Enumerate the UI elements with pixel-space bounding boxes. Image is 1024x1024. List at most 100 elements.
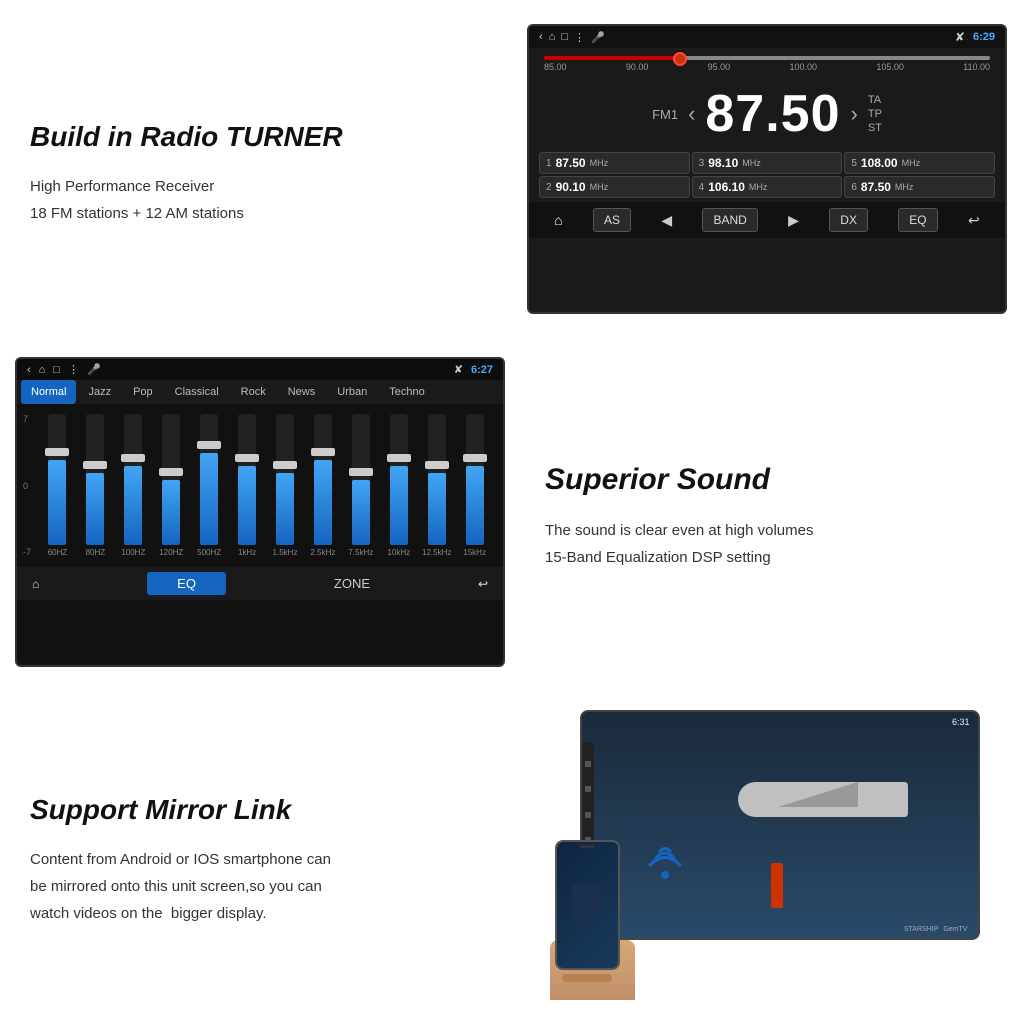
mirror-desc-3: watch videos on the bigger display. <box>30 900 495 927</box>
side-btn-3[interactable] <box>585 812 591 818</box>
eq-back-icon[interactable]: ‹ <box>27 364 31 376</box>
band-track-3[interactable] <box>124 414 142 545</box>
eq-time: 6:27 <box>471 364 493 376</box>
mirror-text-section: Support Mirror Link Content from Android… <box>0 686 515 1024</box>
preset-3[interactable]: 3 98.10 MHz <box>692 152 843 174</box>
band-track-5[interactable] <box>200 414 218 545</box>
eq-band-2p5khz: 2.5kHz <box>306 414 339 557</box>
eq-mode-jazz[interactable]: Jazz <box>78 380 121 404</box>
eq-band-12p5khz: 12.5kHz <box>420 414 453 557</box>
eq-modes-bar: Normal Jazz Pop Classical Rock News Urba… <box>17 380 503 404</box>
side-btn-2[interactable] <box>585 786 591 792</box>
band-track-8[interactable] <box>314 414 332 545</box>
eq-back-button[interactable]: ↩ <box>478 577 488 591</box>
radio-display: ‹ ⌂ □ ⋮ 🎤 ✘ 6:29 85.00 90.00 <box>527 24 1007 314</box>
radio-controls-bar: ⌂ AS ◀ BAND ▶ DX EQ ↩ <box>529 202 1005 238</box>
eq-bands-container: 7 0 -7 60HZ <box>17 404 503 567</box>
eq-menu-icon[interactable]: ⋮ <box>68 363 79 376</box>
frequency-slider-area: 85.00 90.00 95.00 100.00 105.00 110.00 <box>529 48 1005 76</box>
eq-display: ‹ ⌂ □ ⋮ 🎤 ✘ 6:27 Normal Jazz Pop Classic… <box>15 357 505 667</box>
phone-content <box>572 885 602 925</box>
prev-button[interactable]: ◀ <box>661 212 672 229</box>
band-track-2[interactable] <box>86 414 104 545</box>
eq-band-10khz: 10kHz <box>382 414 415 557</box>
eq-band-60hz: 60HZ <box>41 414 74 557</box>
eq-band-1p5khz: 1.5kHz <box>269 414 302 557</box>
band-track-6[interactable] <box>238 414 256 545</box>
menu-icon[interactable]: ⋮ <box>574 31 585 44</box>
preset-4[interactable]: 4 106.10 MHz <box>692 176 843 198</box>
band-track-11[interactable] <box>428 414 446 545</box>
mirror-screen-section: 6:31 STARSHIP GemTV <box>515 686 1024 1024</box>
eq-band-500hz: 500HZ <box>193 414 226 557</box>
brand-gemtv: GemTV <box>943 926 967 933</box>
band-track-1[interactable] <box>48 414 66 545</box>
back-ctrl-icon[interactable]: ↩ <box>968 212 980 229</box>
slider-labels: 85.00 90.00 95.00 100.00 105.00 110.00 <box>544 62 990 72</box>
brand-labels: STARSHIP GemTV <box>904 926 968 933</box>
back-icon[interactable]: ‹ <box>539 31 543 43</box>
window-icon[interactable]: □ <box>561 31 568 43</box>
preset-5[interactable]: 5 108.00 MHz <box>844 152 995 174</box>
sound-feature-2: 15-Band Equalization DSP setting <box>545 544 1004 571</box>
person-red <box>771 863 783 908</box>
ta-tp-st-labels: TA TP ST <box>868 94 882 134</box>
radio-home-button[interactable]: ⌂ <box>554 212 562 228</box>
eq-mode-classical[interactable]: Classical <box>165 380 229 404</box>
eq-band-15khz: 15kHz <box>458 414 491 557</box>
frequency-value: 87.50 <box>705 84 840 144</box>
sound-feature-1: The sound is clear even at high volumes <box>545 517 1004 544</box>
phone-in-hand <box>550 940 635 1000</box>
finger-3 <box>562 974 612 982</box>
radio-text-section: Build in Radio TURNER High Performance R… <box>0 0 515 338</box>
home-icon[interactable]: ⌂ <box>549 31 556 43</box>
as-button[interactable]: AS <box>593 208 631 232</box>
preset-1[interactable]: 1 87.50 MHz <box>539 152 690 174</box>
freq-left-arrow[interactable]: ‹ <box>688 101 695 127</box>
eq-mode-techno[interactable]: Techno <box>379 380 434 404</box>
presets-grid: 1 87.50 MHz 3 98.10 MHz 5 108.00 MHz 2 9… <box>529 152 1005 198</box>
wifi-streaming-icon <box>640 840 690 885</box>
eq-band-1khz: 1kHz <box>231 414 264 557</box>
radio-feature-1: High Performance Receiver <box>30 173 495 200</box>
next-button[interactable]: ▶ <box>788 212 799 229</box>
eq-mode-news[interactable]: News <box>278 380 326 404</box>
eq-screen-section: ‹ ⌂ □ ⋮ 🎤 ✘ 6:27 Normal Jazz Pop Classic… <box>0 338 515 686</box>
eq-home-icon[interactable]: ⌂ <box>39 364 46 376</box>
eq-mode-pop[interactable]: Pop <box>123 380 163 404</box>
frequency-display-area: FM1 ‹ 87.50 › TA TP ST <box>529 76 1005 152</box>
band-button[interactable]: BAND <box>702 208 757 232</box>
zone-label[interactable]: ZONE <box>334 576 370 591</box>
eq-mode-urban[interactable]: Urban <box>327 380 377 404</box>
mirror-device-container: 6:31 STARSHIP GemTV <box>540 710 1000 1000</box>
eq-button[interactable]: EQ <box>898 208 937 232</box>
car-screen-time: 6:31 <box>952 717 970 727</box>
airplane-shape <box>738 772 938 832</box>
eq-window-icon[interactable]: □ <box>53 364 60 376</box>
eq-mode-normal[interactable]: Normal <box>21 380 76 404</box>
preset-6[interactable]: 6 87.50 MHz <box>844 176 995 198</box>
dx-button[interactable]: DX <box>829 208 868 232</box>
status-right: ✘ 6:29 <box>955 30 995 44</box>
eq-band-100hz: 100HZ <box>117 414 150 557</box>
band-track-12[interactable] <box>466 414 484 545</box>
eq-status-right: ✘ 6:27 <box>454 363 493 376</box>
mirror-title: Support Mirror Link <box>30 794 495 826</box>
side-btn-1[interactable] <box>585 761 591 767</box>
mirror-desc-1: Content from Android or IOS smartphone c… <box>30 846 495 873</box>
eq-mode-rock[interactable]: Rock <box>231 380 276 404</box>
time-display: 6:29 <box>973 31 995 43</box>
sound-text-section: Superior Sound The sound is clear even a… <box>515 338 1024 686</box>
eq-home-button[interactable]: ⌂ <box>32 577 39 591</box>
band-track-9[interactable] <box>352 414 370 545</box>
preset-2[interactable]: 2 90.10 MHz <box>539 176 690 198</box>
radio-title: Build in Radio TURNER <box>30 121 495 153</box>
band-track-7[interactable] <box>276 414 294 545</box>
band-track-10[interactable] <box>390 414 408 545</box>
freq-right-arrow[interactable]: › <box>851 101 858 127</box>
phone-notch <box>580 845 595 848</box>
band-track-4[interactable] <box>162 414 180 545</box>
eq-tab-button[interactable]: EQ <box>147 572 226 595</box>
bluetooth-icon: ✘ <box>955 30 965 44</box>
brand-starship: STARSHIP <box>904 926 939 933</box>
